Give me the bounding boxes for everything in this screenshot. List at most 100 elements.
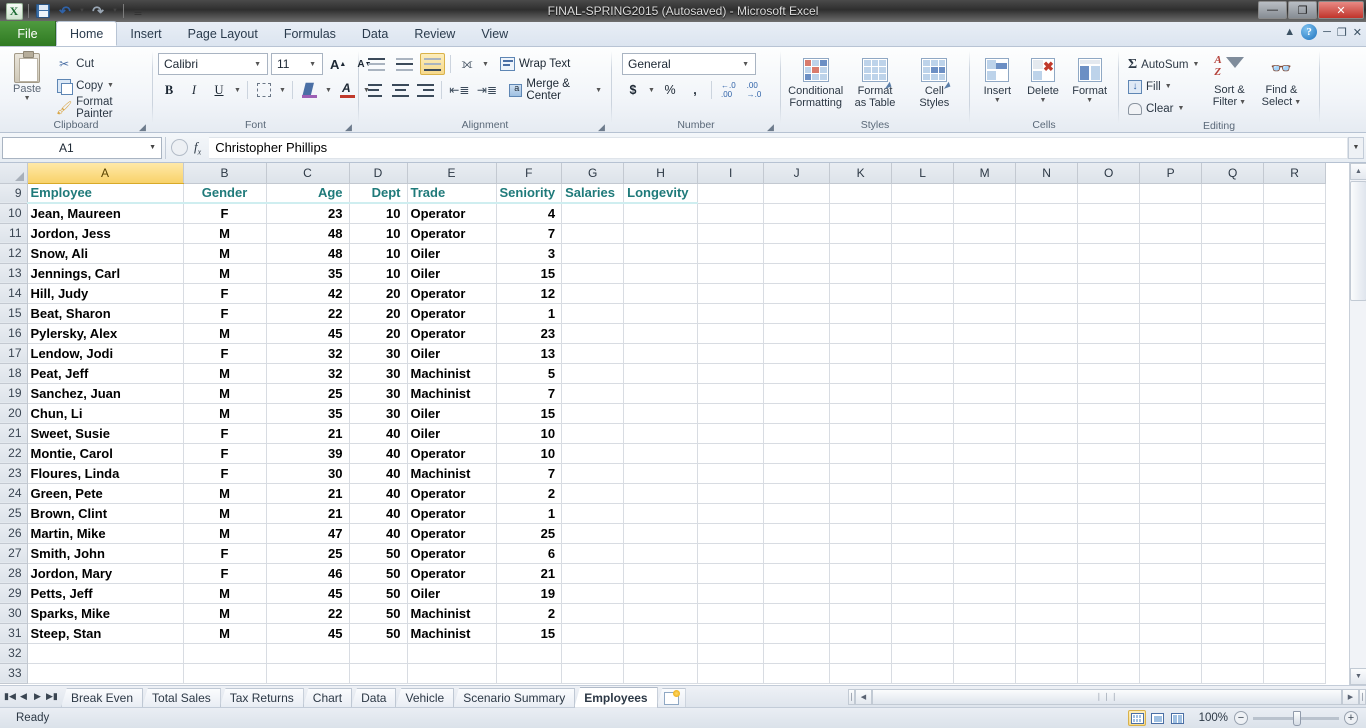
cell-D13[interactable]: 10 (349, 263, 408, 284)
cell-G11[interactable] (561, 223, 625, 244)
sheet-tab-employees[interactable]: Employees (574, 686, 658, 708)
worksheet-grid[interactable]: ABCDEFGHIJKLMNOPQR 9 Employee Gender Age Dep… (0, 163, 1366, 685)
chevron-down-icon[interactable]: ▼ (149, 144, 161, 151)
cell-J12[interactable] (763, 243, 831, 264)
cell-R21[interactable] (1263, 423, 1327, 444)
cell-I15[interactable] (697, 303, 765, 324)
cell-H14[interactable] (623, 283, 699, 304)
cell-L25[interactable] (891, 503, 955, 524)
column-header-h[interactable]: H (623, 163, 699, 184)
cell-I24[interactable] (697, 483, 765, 504)
cell-H12[interactable] (623, 243, 699, 264)
row-header-25[interactable]: 25 (0, 503, 28, 524)
horizontal-scroll-thumb[interactable]: ❘❘❘ (872, 688, 1342, 705)
cell-M12[interactable] (953, 243, 1017, 264)
cell-M29[interactable] (953, 583, 1017, 604)
cell-N20[interactable] (1015, 403, 1079, 424)
cell-G9[interactable]: Salaries (561, 183, 625, 204)
cell-H32[interactable] (623, 643, 699, 664)
cell-M25[interactable] (953, 503, 1017, 524)
cell-G16[interactable] (561, 323, 625, 344)
cell-H10[interactable] (623, 203, 699, 224)
cell-P11[interactable] (1139, 223, 1203, 244)
cell-K19[interactable] (829, 383, 893, 404)
cell-J32[interactable] (763, 643, 831, 664)
cell-C15[interactable]: 22 (266, 303, 350, 324)
cell-G33[interactable] (561, 663, 625, 684)
cell-B13[interactable]: M (183, 263, 267, 284)
row-header-22[interactable]: 22 (0, 443, 28, 464)
cell-N19[interactable] (1015, 383, 1079, 404)
cell-A23[interactable]: Floures, Linda (27, 463, 184, 484)
cell-M14[interactable] (953, 283, 1017, 304)
sheet-tab-chart[interactable]: Chart (302, 687, 353, 708)
cell-I29[interactable] (697, 583, 765, 604)
column-header-b[interactable]: B (183, 163, 267, 184)
cell-F14[interactable]: 12 (496, 283, 563, 304)
cell-A10[interactable]: Jean, Maureen (27, 203, 184, 224)
italic-button[interactable]: I (183, 79, 205, 101)
cell-J33[interactable] (763, 663, 831, 684)
horizontal-split-handle[interactable]: ❘ (848, 688, 855, 705)
cell-G28[interactable] (561, 563, 625, 584)
cell-P24[interactable] (1139, 483, 1203, 504)
cell-N11[interactable] (1015, 223, 1079, 244)
cell-I30[interactable] (697, 603, 765, 624)
cell-R11[interactable] (1263, 223, 1327, 244)
cell-F15[interactable]: 1 (496, 303, 563, 324)
cell-M20[interactable] (953, 403, 1017, 424)
cell-G27[interactable] (561, 543, 625, 564)
cell-K28[interactable] (829, 563, 893, 584)
cell-O9[interactable] (1077, 183, 1141, 204)
cell-L9[interactable] (891, 183, 955, 204)
cell-P29[interactable] (1139, 583, 1203, 604)
cell-R13[interactable] (1263, 263, 1327, 284)
cell-J9[interactable] (763, 183, 831, 204)
cell-I11[interactable] (697, 223, 765, 244)
cell-J31[interactable] (763, 623, 831, 644)
cell-R27[interactable] (1263, 543, 1327, 564)
top-align-button[interactable] (364, 53, 389, 75)
cell-C14[interactable]: 42 (266, 283, 350, 304)
cell-G32[interactable] (561, 643, 625, 664)
cell-E26[interactable]: Operator (407, 523, 497, 544)
bold-button[interactable]: B (158, 79, 180, 101)
cell-A18[interactable]: Peat, Jeff (27, 363, 184, 384)
cell-A20[interactable]: Chun, Li (27, 403, 184, 424)
cell-P27[interactable] (1139, 543, 1203, 564)
cell-J30[interactable] (763, 603, 831, 624)
cell-A25[interactable]: Brown, Clint (27, 503, 184, 524)
cell-K30[interactable] (829, 603, 893, 624)
cell-Q15[interactable] (1201, 303, 1265, 324)
row-header-33[interactable]: 33 (0, 663, 28, 684)
cell-A26[interactable]: Martin, Mike (27, 523, 184, 544)
cell-M24[interactable] (953, 483, 1017, 504)
cell-C20[interactable]: 35 (266, 403, 350, 424)
zoom-in-button[interactable]: + (1344, 711, 1358, 725)
cell-F27[interactable]: 6 (496, 543, 563, 564)
increase-indent-button[interactable]: ⇥≣ (475, 79, 500, 101)
cell-L19[interactable] (891, 383, 955, 404)
close-button[interactable]: ✕ (1318, 1, 1364, 19)
cell-Q32[interactable] (1201, 643, 1265, 664)
redo-dropdown[interactable]: ▼ (110, 2, 119, 21)
cell-R17[interactable] (1263, 343, 1327, 364)
cell-D28[interactable]: 50 (349, 563, 408, 584)
collapse-ribbon-icon[interactable]: ▲ (1284, 26, 1295, 38)
cell-O31[interactable] (1077, 623, 1141, 644)
cell-I27[interactable] (697, 543, 765, 564)
column-header-p[interactable]: P (1139, 163, 1203, 184)
cell-A21[interactable]: Sweet, Susie (27, 423, 184, 444)
orientation-button[interactable]: ⟗ (456, 53, 478, 75)
fill-color-dropdown[interactable]: ▼ (324, 79, 333, 101)
prev-sheet-button[interactable]: ◀ (18, 691, 29, 702)
cell-N27[interactable] (1015, 543, 1079, 564)
cell-D23[interactable]: 40 (349, 463, 408, 484)
cell-G12[interactable] (561, 243, 625, 264)
cell-R28[interactable] (1263, 563, 1327, 584)
cell-B16[interactable]: M (183, 323, 267, 344)
cell-N18[interactable] (1015, 363, 1079, 384)
cell-M32[interactable] (953, 643, 1017, 664)
cell-F9[interactable]: Seniority (496, 183, 563, 204)
cell-R20[interactable] (1263, 403, 1327, 424)
